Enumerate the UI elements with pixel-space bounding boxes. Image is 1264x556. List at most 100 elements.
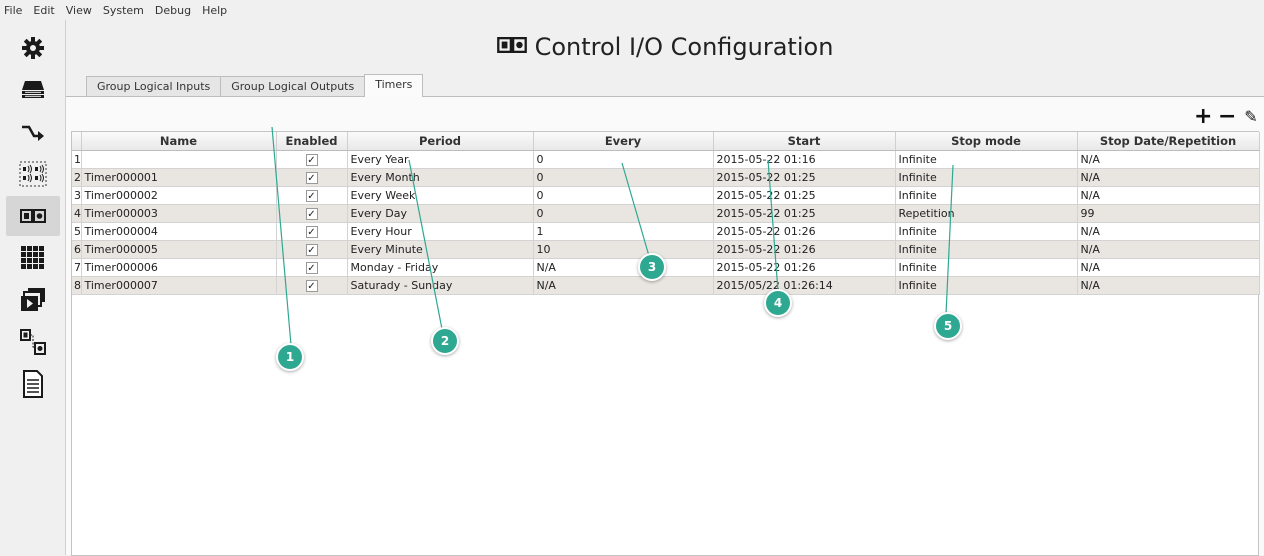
stop-value-cell[interactable]: 99 [1077, 204, 1260, 223]
row-number-cell[interactable]: 3 [72, 186, 82, 205]
row-number-cell[interactable]: 4 [72, 204, 82, 223]
row-number-cell[interactable]: 5 [72, 222, 82, 241]
row-number-cell[interactable]: 7 [72, 258, 82, 277]
every-cell[interactable]: N/A [533, 258, 714, 277]
start-cell[interactable]: 2015-05-22 01:26 [713, 240, 896, 259]
table-row[interactable]: 1 ✓ Every Year 0 2015-05-22 01:16 Infinite N/A [72, 150, 1260, 169]
stop-mode-cell[interactable]: Infinite [895, 150, 1078, 169]
every-cell[interactable]: N/A [533, 276, 714, 295]
brush-icon[interactable]: ✎ [1242, 106, 1260, 128]
column-header-stop-date-repetition[interactable]: Stop Date/Repetition [1077, 132, 1260, 151]
period-cell[interactable]: Every Day [347, 204, 534, 223]
stop-value-cell[interactable]: N/A [1077, 276, 1260, 295]
name-cell[interactable] [81, 150, 277, 169]
every-cell[interactable]: 1 [533, 222, 714, 241]
period-cell[interactable]: Every Year [347, 150, 534, 169]
sidebar-item-media[interactable] [6, 280, 60, 320]
tab-group-logical-inputs[interactable]: Group Logical Inputs [86, 76, 222, 97]
start-cell[interactable]: 2015-05-22 01:16 [713, 150, 896, 169]
stop-mode-cell[interactable]: Repetition [895, 204, 1078, 223]
stop-mode-cell[interactable]: Infinite [895, 240, 1078, 259]
add-button[interactable]: + [1194, 106, 1212, 128]
sidebar-item-control-io[interactable] [6, 196, 60, 236]
start-cell[interactable]: 2015-05-22 01:26 [713, 222, 896, 241]
period-cell[interactable]: Every Minute [347, 240, 534, 259]
period-cell[interactable]: Saturady - Sunday [347, 276, 534, 295]
row-number-cell[interactable]: 8 [72, 276, 82, 295]
sidebar-item-routing[interactable] [6, 112, 60, 152]
stop-mode-cell[interactable]: Infinite [895, 222, 1078, 241]
row-number-cell[interactable]: 1 [72, 150, 82, 169]
every-cell[interactable]: 0 [533, 204, 714, 223]
every-cell[interactable]: 0 [533, 150, 714, 169]
period-cell[interactable]: Monday - Friday [347, 258, 534, 277]
enabled-checkbox[interactable]: ✓ [305, 207, 318, 220]
stop-mode-cell[interactable]: Infinite [895, 258, 1078, 277]
enabled-cell[interactable]: ✓ [276, 258, 348, 277]
remove-button[interactable]: − [1218, 106, 1236, 128]
column-header-every[interactable]: Every [533, 132, 714, 151]
column-header-stop-mode[interactable]: Stop mode [895, 132, 1078, 151]
enabled-checkbox[interactable]: ✓ [305, 153, 318, 166]
enabled-cell[interactable]: ✓ [276, 150, 348, 169]
menu-help[interactable]: Help [202, 4, 227, 17]
table-row[interactable]: 8 Timer000007 ✓ Saturady - Sunday N/A 2015/05… [72, 276, 1260, 295]
tab-timers[interactable]: Timers [364, 74, 424, 97]
row-number-cell[interactable]: 2 [72, 168, 82, 187]
stop-value-cell[interactable]: N/A [1077, 258, 1260, 277]
every-cell[interactable]: 0 [533, 186, 714, 205]
name-cell[interactable]: Timer000005 [81, 240, 277, 259]
stop-value-cell[interactable]: N/A [1077, 150, 1260, 169]
table-row[interactable]: 5 Timer000004 ✓ Every Hour 1 2015-05-22 01:26… [72, 222, 1260, 241]
menu-view[interactable]: View [66, 4, 92, 17]
enabled-checkbox[interactable]: ✓ [305, 225, 318, 238]
every-cell[interactable]: 0 [533, 168, 714, 187]
stop-mode-cell[interactable]: Infinite [895, 186, 1078, 205]
menu-debug[interactable]: Debug [155, 4, 191, 17]
period-cell[interactable]: Every Month [347, 168, 534, 187]
period-cell[interactable]: Every Hour [347, 222, 534, 241]
name-cell[interactable]: Timer000004 [81, 222, 277, 241]
name-cell[interactable]: Timer000001 [81, 168, 277, 187]
enabled-cell[interactable]: ✓ [276, 276, 348, 295]
menu-file[interactable]: File [4, 4, 22, 17]
enabled-cell[interactable]: ✓ [276, 204, 348, 223]
table-row[interactable]: 3 Timer000002 ✓ Every Week 0 2015-05-22 01:25… [72, 186, 1260, 205]
start-cell[interactable]: 2015-05-22 01:25 [713, 186, 896, 205]
column-header-enabled[interactable]: Enabled [276, 132, 348, 151]
tab-group-logical-outputs[interactable]: Group Logical Outputs [220, 76, 366, 97]
name-cell[interactable]: Timer000002 [81, 186, 277, 205]
name-cell[interactable]: Timer000003 [81, 204, 277, 223]
period-cell[interactable]: Every Week [347, 186, 534, 205]
column-header-start[interactable]: Start [713, 132, 896, 151]
table-row[interactable]: 2 Timer000001 ✓ Every Month 0 2015-05-22 01:2… [72, 168, 1260, 187]
name-cell[interactable]: Timer000007 [81, 276, 277, 295]
enabled-cell[interactable]: ✓ [276, 168, 348, 187]
stop-value-cell[interactable]: N/A [1077, 186, 1260, 205]
start-cell[interactable]: 2015-05-22 01:25 [713, 168, 896, 187]
column-header-name[interactable]: Name [81, 132, 277, 151]
menu-system[interactable]: System [103, 4, 144, 17]
enabled-checkbox[interactable]: ✓ [305, 243, 318, 256]
stop-value-cell[interactable]: N/A [1077, 222, 1260, 241]
enabled-checkbox[interactable]: ✓ [305, 171, 318, 184]
start-cell[interactable]: 2015/05/22 01:26:14 [713, 276, 896, 295]
enabled-checkbox[interactable]: ✓ [305, 189, 318, 202]
stop-mode-cell[interactable]: Infinite [895, 168, 1078, 187]
enabled-cell[interactable]: ✓ [276, 186, 348, 205]
name-cell[interactable]: Timer000006 [81, 258, 277, 277]
enabled-checkbox[interactable]: ✓ [305, 261, 318, 274]
sidebar-item-audio-zones[interactable] [6, 154, 60, 194]
sidebar-item-matrix[interactable] [6, 238, 60, 278]
enabled-cell[interactable]: ✓ [276, 222, 348, 241]
column-header-period[interactable]: Period [347, 132, 534, 151]
sidebar-item-io-link[interactable] [6, 322, 60, 362]
menu-edit[interactable]: Edit [33, 4, 54, 17]
table-row[interactable]: 4 Timer000003 ✓ Every Day 0 2015-05-22 01:25 R… [72, 204, 1260, 223]
table-row[interactable]: 6 Timer000005 ✓ Every Minute 10 2015-05-22 01… [72, 240, 1260, 259]
every-cell[interactable]: 10 [533, 240, 714, 259]
sidebar-item-settings[interactable] [6, 28, 60, 68]
start-cell[interactable]: 2015-05-22 01:26 [713, 258, 896, 277]
table-row[interactable]: 7 Timer000006 ✓ Monday - Friday N/A 2015-05-2… [72, 258, 1260, 277]
sidebar-item-reports[interactable] [6, 364, 60, 404]
